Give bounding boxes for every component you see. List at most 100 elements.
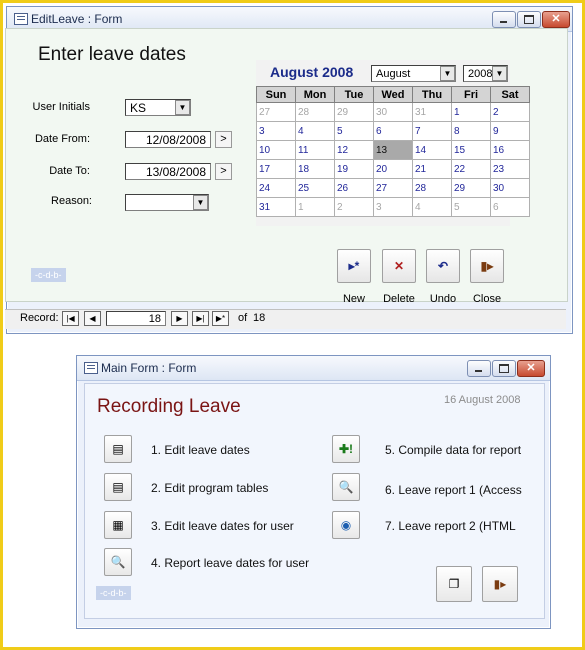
calendar-day[interactable]: 9 (490, 121, 530, 141)
calendar-day[interactable]: 3 (256, 121, 296, 141)
calendar-day[interactable]: 17 (256, 159, 296, 179)
first-record-icon[interactable]: |◀ (62, 311, 79, 326)
calendar-day[interactable]: 8 (451, 121, 491, 141)
new-record-nav-icon[interactable]: ▶* (212, 311, 229, 326)
calendar-day[interactable]: 31 (412, 102, 452, 122)
calendar-day[interactable]: 5 (451, 197, 491, 217)
calendar-day[interactable]: 11 (295, 140, 335, 160)
date-to-button[interactable]: > (215, 163, 232, 180)
record-number-field[interactable]: 18 (106, 311, 166, 326)
close-window-button[interactable] (517, 360, 545, 377)
calendar-day[interactable]: 5 (334, 121, 374, 141)
calendar-day[interactable]: 1 (451, 102, 491, 122)
calendar-day[interactable]: 18 (295, 159, 335, 179)
date-from-button[interactable]: > (215, 131, 232, 148)
close-form-button[interactable]: ▮▸ (470, 249, 504, 283)
calendar-day[interactable]: 6 (490, 197, 530, 217)
calendar-day[interactable]: 3 (373, 197, 413, 217)
calendar-week: 17 18 19 20 21 22 23 (256, 159, 530, 179)
calendar-day[interactable]: 30 (490, 178, 530, 198)
report-access-icon[interactable]: 🔍 (332, 473, 360, 501)
report-preview-icon[interactable]: 🔍 (104, 548, 132, 576)
calendar-day[interactable]: 6 (373, 121, 413, 141)
calendar-day[interactable]: 4 (412, 197, 452, 217)
minimize-button[interactable] (467, 360, 491, 377)
chevron-down-icon[interactable]: ▼ (440, 66, 455, 81)
weekday-header: Tue (334, 86, 374, 103)
chevron-down-icon[interactable]: ▼ (175, 100, 190, 115)
calendar-day[interactable]: 23 (490, 159, 530, 179)
maximize-button[interactable] (492, 360, 516, 377)
globe-icon[interactable]: ◉ (332, 511, 360, 539)
calendar-day[interactable]: 14 (412, 140, 452, 160)
record-of-label: of (238, 312, 248, 324)
calendar-day[interactable]: 30 (373, 102, 413, 122)
edit-user-leave-icon[interactable]: ▦ (104, 511, 132, 539)
menu-item-5[interactable]: 5. Compile data for report (385, 443, 521, 457)
calendar-day[interactable]: 24 (256, 178, 296, 198)
previous-record-icon[interactable]: ◀ (84, 311, 101, 326)
calendar-day[interactable]: 28 (412, 178, 452, 198)
user-initials-label: User Initials (32, 101, 90, 113)
calendar-day[interactable]: 25 (295, 178, 335, 198)
menu-item-1[interactable]: 1. Edit leave dates (151, 443, 250, 457)
menu-item-6[interactable]: 6. Leave report 1 (Access (385, 483, 522, 497)
record-label: Record: (20, 312, 59, 324)
calendar-day[interactable]: 15 (451, 140, 491, 160)
calendar-day[interactable]: 2 (490, 102, 530, 122)
main-title: Recording Leave (97, 396, 241, 417)
menu-item-3[interactable]: 3. Edit leave dates for user (151, 519, 294, 533)
maximize-button[interactable] (517, 11, 541, 28)
edit-leave-icon[interactable]: ▤ (104, 435, 132, 463)
calendar-day[interactable]: 13 (373, 140, 413, 160)
reason-label: Reason: (51, 195, 92, 207)
undo-button[interactable]: ↶ (426, 249, 460, 283)
edit-leave-title: EditLeave : Form (31, 12, 123, 26)
close-label: Close (472, 293, 502, 305)
edit-tables-icon[interactable]: ▤ (104, 473, 132, 501)
menu-item-2[interactable]: 2. Edit program tables (151, 481, 268, 495)
new-record-button[interactable]: ▸* (337, 249, 371, 283)
calendar-day[interactable]: 20 (373, 159, 413, 179)
calendar-day[interactable]: 31 (256, 197, 296, 217)
weekday-header: Thu (412, 86, 452, 103)
calendar-day[interactable]: 19 (334, 159, 374, 179)
calendar-day[interactable]: 27 (373, 178, 413, 198)
next-record-icon[interactable]: ▶ (171, 311, 188, 326)
exit-door-icon[interactable]: ▮▸ (482, 566, 518, 602)
date-from-field[interactable]: 12/08/2008 (125, 131, 211, 148)
chevron-down-icon[interactable]: ▼ (492, 66, 507, 81)
close-window-button[interactable] (542, 11, 570, 28)
calendar-day[interactable]: 22 (451, 159, 491, 179)
compile-data-icon[interactable]: ✚! (332, 435, 360, 463)
calendar-day[interactable]: 7 (412, 121, 452, 141)
menu-item-4[interactable]: 4. Report leave dates for user (151, 556, 309, 570)
calendar-day[interactable]: 21 (412, 159, 452, 179)
undo-label: Undo (429, 293, 457, 305)
minimize-button[interactable] (492, 11, 516, 28)
menu-item-7[interactable]: 7. Leave report 2 (HTML (385, 519, 516, 533)
delete-record-button[interactable]: ✕ (382, 249, 416, 283)
calendar-day[interactable]: 26 (334, 178, 374, 198)
calendar-day[interactable]: 1 (295, 197, 335, 217)
last-record-icon[interactable]: ▶| (192, 311, 209, 326)
new-label: New (342, 293, 365, 305)
page-title: Enter leave dates (38, 44, 186, 65)
date-to-field[interactable]: 13/08/2008 (125, 163, 211, 180)
calendar-week: 3456789 (256, 121, 530, 141)
calendar-day[interactable]: 10 (256, 140, 296, 160)
form-icon (84, 362, 98, 374)
calendar-day[interactable]: 29 (334, 102, 374, 122)
switch-window-icon[interactable]: ❐ (436, 566, 472, 602)
calendar-day[interactable]: 16 (490, 140, 530, 160)
calendar-day[interactable]: 4 (295, 121, 335, 141)
weekday-header: Mon (295, 86, 335, 103)
calendar-day[interactable]: 2 (334, 197, 374, 217)
calendar-day[interactable]: 27 (256, 102, 296, 122)
calendar-week: 27 28 29 30 31 1 2 (256, 102, 530, 122)
chevron-down-icon[interactable]: ▼ (193, 195, 208, 210)
calendar-day[interactable]: 29 (451, 178, 491, 198)
calendar-day[interactable]: 12 (334, 140, 374, 160)
delete-label: Delete (383, 293, 415, 305)
calendar-day[interactable]: 28 (295, 102, 335, 122)
